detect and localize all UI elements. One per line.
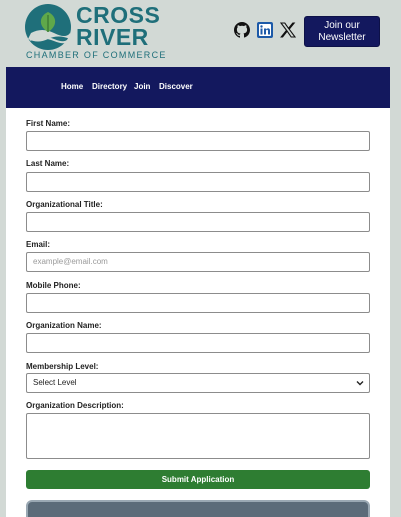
nav-directory[interactable]: Directory [92,82,127,92]
chevron-down-icon [356,381,364,386]
join-newsletter-button[interactable]: Join our Newsletter [304,16,380,47]
organizational-title-input[interactable] [26,212,370,232]
membership-level-label: Membership Level: [26,362,99,371]
nav-join[interactable]: Join [134,82,150,92]
main-navigation: Home Directory Join Discover [6,67,390,108]
mobile-phone-label: Mobile Phone: [26,281,81,290]
next-section-card [26,500,370,517]
brand-name-line2: RIVER [76,24,149,50]
first-name-label: First Name: [26,119,71,128]
email-input[interactable]: example@email.com [26,252,370,272]
organization-name-input[interactable] [26,333,370,353]
x-icon[interactable] [280,22,296,38]
email-label: Email: [26,240,51,249]
newsletter-label: Join our Newsletter [318,20,366,43]
site-header: CROSS RIVER CHAMBER OF COMMERCE Join our… [0,0,401,67]
nav-discover[interactable]: Discover [159,82,193,92]
last-name-label: Last Name: [26,159,70,168]
membership-level-select[interactable]: Select Level [26,373,370,393]
organizational-title-label: Organizational Title: [26,200,103,209]
nav-home[interactable]: Home [61,82,83,92]
membership-application-form: First Name: Last Name: Organizational Ti… [6,108,390,517]
linkedin-icon[interactable] [257,22,273,38]
submit-application-button[interactable]: Submit Application [26,470,370,489]
chamber-logo-icon [25,4,71,50]
brand-tagline: CHAMBER OF COMMERCE [26,50,167,60]
mobile-phone-input[interactable] [26,293,370,313]
first-name-input[interactable] [26,131,370,151]
organization-description-label: Organization Description: [26,401,124,410]
membership-level-value: Select Level [33,378,77,387]
last-name-input[interactable] [26,172,370,192]
organization-name-label: Organization Name: [26,321,102,330]
organization-description-textarea[interactable] [26,413,370,459]
github-icon[interactable] [234,22,250,38]
cross-river-logo[interactable]: CROSS RIVER CHAMBER OF COMMERCE [24,3,167,63]
